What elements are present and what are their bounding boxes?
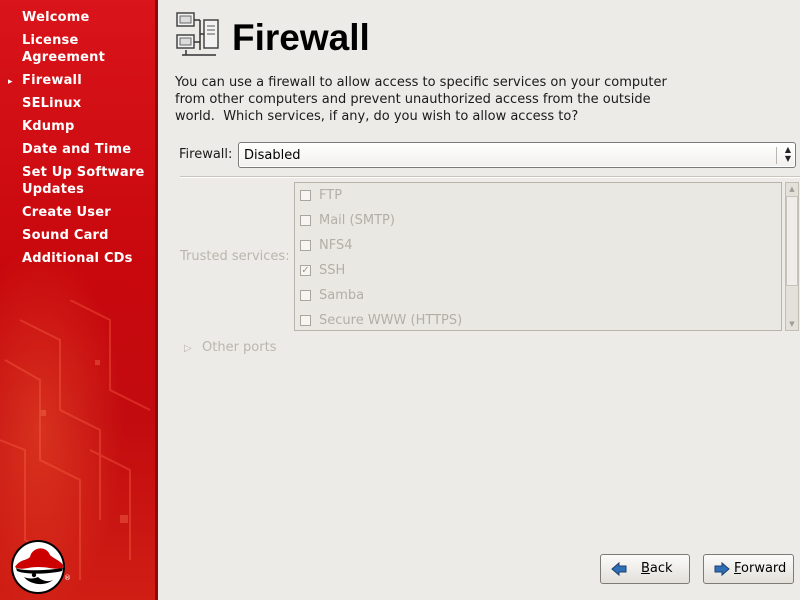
step-software-updates: Set Up Software Updates	[22, 165, 145, 197]
page-title: Firewall	[232, 17, 370, 58]
checkbox[interactable]	[300, 315, 311, 326]
setup-steps-list: Welcome License Agreement ▸ Firewall SEL…	[0, 6, 158, 270]
current-step-marker-icon: ▸	[8, 77, 13, 87]
forward-button[interactable]: Forward	[703, 554, 794, 584]
step-sound-card: Sound Card	[22, 228, 109, 243]
step-firewall: ▸ Firewall	[0, 69, 158, 92]
trusted-services-list: FTP Mail (SMTP) NFS4 ✓ SSH Samba Secure …	[294, 182, 782, 331]
sidebar: Welcome License Agreement ▸ Firewall SEL…	[0, 0, 158, 600]
description-line: world. Which services, if any, do you wi…	[175, 109, 579, 124]
scroll-down-arrow-icon[interactable]: ▼	[787, 320, 797, 328]
services-scrollbar[interactable]: ▲ ▼	[785, 182, 799, 331]
service-item-nfs4[interactable]: NFS4	[295, 235, 781, 260]
checkbox-checked[interactable]: ✓	[300, 265, 311, 276]
checkbox[interactable]	[300, 290, 311, 301]
back-arrow-icon	[611, 561, 627, 577]
service-item-ssh[interactable]: ✓ SSH	[295, 260, 781, 285]
step-selinux: SELinux	[22, 96, 82, 111]
redhat-shadowman-logo-icon	[11, 540, 65, 594]
other-ports-label: Other ports	[202, 340, 277, 355]
scroll-up-arrow-icon[interactable]: ▲	[787, 185, 797, 193]
expander-triangle-icon: ▷	[184, 343, 192, 354]
firewall-label: Firewall:	[179, 147, 233, 162]
step-welcome: Welcome	[22, 10, 90, 25]
scrollbar-thumb[interactable]	[786, 196, 798, 286]
forward-arrow-icon	[714, 561, 730, 577]
service-item-mail-smtp[interactable]: Mail (SMTP)	[295, 210, 781, 235]
description-line: You can use a firewall to allow access t…	[175, 75, 667, 90]
other-ports-expander[interactable]: ▷ Other ports	[184, 340, 276, 355]
firewall-network-icon	[176, 12, 219, 56]
back-button[interactable]: Back	[600, 554, 690, 584]
step-date-and-time: Date and Time	[22, 142, 132, 157]
horizontal-separator	[180, 176, 800, 178]
firewall-select-value: Disabled	[244, 148, 301, 163]
registered-mark: ®	[64, 574, 71, 582]
step-license-agreement: License Agreement	[22, 33, 106, 65]
description-text: You can use a firewall to allow access t…	[175, 74, 695, 125]
step-additional-cds: Additional CDs	[22, 251, 133, 266]
back-button-label: Back	[641, 561, 673, 576]
step-create-user: Create User	[22, 205, 111, 220]
service-item-secure-www-https[interactable]: Secure WWW (HTTPS)	[295, 310, 781, 330]
checkbox[interactable]	[300, 215, 311, 226]
service-item-ftp[interactable]: FTP	[295, 185, 781, 210]
service-item-samba[interactable]: Samba	[295, 285, 781, 310]
description-line: from other computers and prevent unautho…	[175, 92, 651, 107]
checkbox[interactable]	[300, 190, 311, 201]
firewall-select[interactable]: Disabled ▲ ▼	[238, 142, 796, 168]
trusted-services-label: Trusted services:	[180, 249, 290, 264]
combo-separator	[776, 147, 777, 164]
checkbox[interactable]	[300, 240, 311, 251]
forward-button-label: Forward	[734, 561, 787, 576]
step-kdump: Kdump	[22, 119, 75, 134]
combo-arrows-icon: ▲ ▼	[784, 145, 791, 163]
main-panel: Firewall You can use a firewall to allow…	[160, 0, 800, 600]
